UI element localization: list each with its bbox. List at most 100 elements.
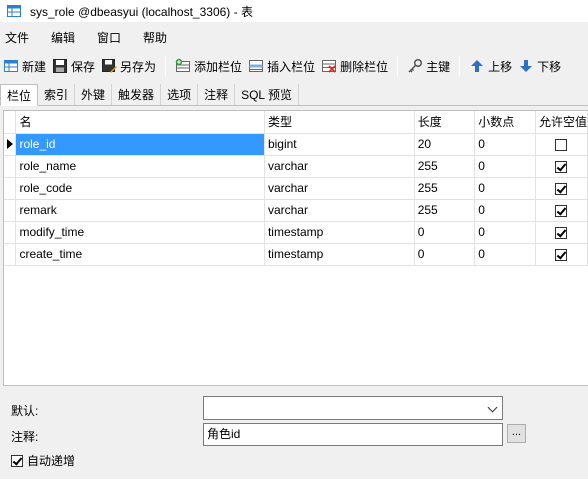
field-decimals-cell[interactable]: 0 [474,221,536,244]
primary-key-button-label: 主键 [426,59,451,74]
tab-comment[interactable]: 注释 [198,84,236,105]
allow-null-checkbox[interactable] [555,160,568,173]
table-row[interactable]: create_time timestamp 0 0 [4,243,588,266]
column-header-length[interactable]: 长度 [414,111,476,134]
toolbar-separator [165,56,167,76]
column-header-decimals[interactable]: 小数点 [474,111,536,134]
new-button[interactable]: 新建 [0,54,49,78]
allow-null-checkbox[interactable] [555,204,568,217]
allow-null-checkbox[interactable] [555,226,568,239]
save-as-button[interactable]: 另存为 [98,54,159,78]
tab-sql-preview[interactable]: SQL 预览 [235,84,299,105]
allow-null-checkbox[interactable] [555,138,568,151]
column-header-allow-null[interactable]: 允许空值 [535,111,588,134]
field-name-cell[interactable]: role_name [15,155,265,178]
row-indicator[interactable] [4,177,17,200]
comment-input[interactable]: 角色id [203,423,503,446]
fields-grid: 名 类型 长度 小数点 允许空值 role_id bigint 20 0 role_na… [3,110,588,386]
field-length-cell[interactable]: 255 [414,155,476,178]
field-allow-null-cell [535,221,588,244]
field-length-cell[interactable]: 255 [414,177,476,200]
arrow-up-icon [469,58,485,74]
field-type-cell[interactable]: timestamp [264,243,415,266]
tab-foreign-keys[interactable]: 外键 [75,84,113,105]
auto-increment-option[interactable]: 自动递增 [11,452,75,469]
row-indicator-header [4,111,17,134]
column-header-name[interactable]: 名 [15,111,265,134]
row-indicator[interactable] [4,243,17,266]
window-title: sys_role @dbeasyui (localhost_3306) - 表 [30,4,253,19]
field-length-cell[interactable]: 0 [414,243,476,266]
menu-window[interactable]: 窗口 [91,29,127,46]
row-indicator[interactable] [4,221,17,244]
comment-label: 注释: [11,430,39,444]
row-indicator[interactable] [4,199,17,222]
field-type-cell[interactable]: varchar [264,199,415,222]
tab-options[interactable]: 选项 [161,84,199,105]
add-field-button[interactable]: 添加栏位 [172,54,245,78]
table-row[interactable]: remark varchar 255 0 [4,199,588,222]
delete-field-button-label: 删除栏位 [340,59,389,74]
insert-field-button[interactable]: 插入栏位 [245,54,318,78]
field-name-cell[interactable]: role_code [15,177,265,200]
designer-tabs: 栏位 索引 外键 触发器 选项 注释 SQL 预览 [0,84,588,106]
field-decimals-cell[interactable]: 0 [474,133,536,156]
save-button-label: 保存 [71,59,96,74]
new-button-label: 新建 [22,59,47,74]
move-down-button-label: 下移 [537,59,562,74]
table-row[interactable]: role_id bigint 20 0 [4,133,588,156]
menu-help[interactable]: 帮助 [137,29,173,46]
field-decimals-cell[interactable]: 0 [474,155,536,178]
field-properties: 默认: 注释: 角色id ... 自动递增 [0,390,588,479]
title-bar: sys_role @dbeasyui (localhost_3306) - 表 [0,0,588,22]
field-name-cell[interactable]: create_time [15,243,265,266]
save-button[interactable]: 保存 [49,54,98,78]
default-value-select[interactable] [203,396,503,420]
menu-file[interactable]: 文件 [0,29,35,46]
table-row[interactable]: role_name varchar 255 0 [4,155,588,178]
toolbar-separator [397,56,399,76]
new-table-icon [3,58,19,74]
column-header-type[interactable]: 类型 [264,111,415,134]
chevron-down-icon [487,402,498,413]
default-label: 默认: [11,404,39,418]
tab-fields[interactable]: 栏位 [0,84,39,106]
field-length-cell[interactable]: 20 [414,133,476,156]
field-type-cell[interactable]: varchar [264,177,415,200]
save-icon [52,58,68,74]
field-length-cell[interactable]: 0 [414,221,476,244]
toolbar-separator [459,56,461,76]
field-length-cell[interactable]: 255 [414,199,476,222]
row-indicator[interactable] [4,133,17,156]
field-type-cell[interactable]: timestamp [264,221,415,244]
menu-edit[interactable]: 编辑 [45,29,81,46]
menu-bar: 文件 编辑 窗口 帮助 [0,26,588,48]
tab-indexes[interactable]: 索引 [38,84,76,105]
current-row-arrow-icon [7,139,13,149]
comment-ellipsis-button[interactable]: ... [507,424,526,443]
field-allow-null-cell [535,199,588,222]
field-decimals-cell[interactable]: 0 [474,199,536,222]
row-indicator[interactable] [4,155,17,178]
delete-field-button[interactable]: 删除栏位 [318,54,391,78]
primary-key-button[interactable]: 主键 [404,54,453,78]
key-icon [407,58,423,74]
move-up-button[interactable]: 上移 [466,54,515,78]
field-type-cell[interactable]: bigint [264,133,415,156]
tab-triggers[interactable]: 触发器 [112,84,162,105]
field-decimals-cell[interactable]: 0 [474,177,536,200]
table-row[interactable]: modify_time timestamp 0 0 [4,221,588,244]
auto-increment-label: 自动递增 [27,454,76,468]
field-name-cell[interactable]: modify_time [15,221,265,244]
auto-increment-checkbox[interactable] [11,454,23,467]
field-name-cell[interactable]: remark [15,199,265,222]
field-decimals-cell[interactable]: 0 [474,243,536,266]
insert-field-icon [248,58,264,74]
table-row[interactable]: role_code varchar 255 0 [4,177,588,200]
move-down-button[interactable]: 下移 [515,54,564,78]
allow-null-checkbox[interactable] [555,248,568,261]
field-name-cell[interactable]: role_id [15,133,265,156]
fields-table: 名 类型 长度 小数点 允许空值 role_id bigint 20 0 role_na… [4,111,588,266]
allow-null-checkbox[interactable] [555,182,568,195]
field-type-cell[interactable]: varchar [264,155,415,178]
